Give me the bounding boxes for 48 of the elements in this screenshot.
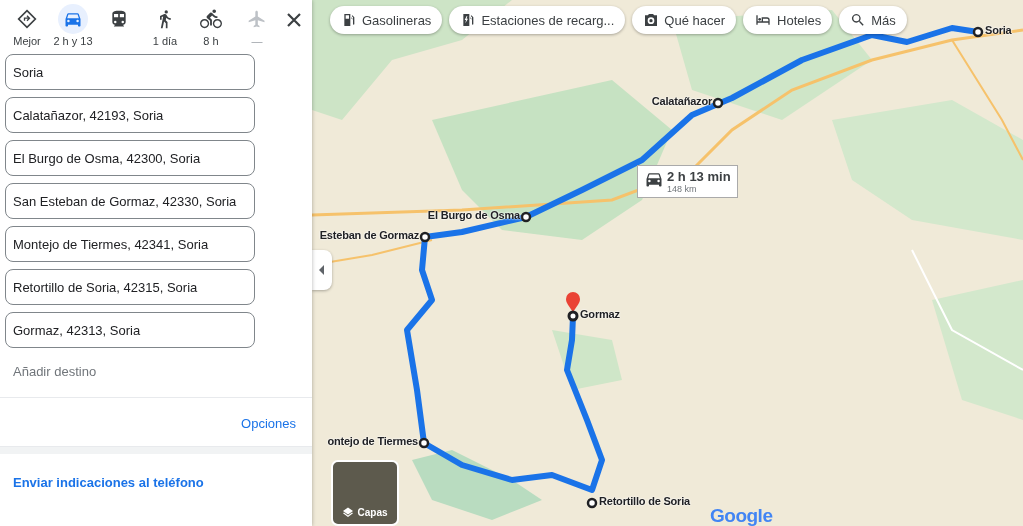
waypoint-label: Gormaz [580,308,620,320]
waypoint-label: Esteban de Gormaz [319,229,419,241]
category-chip[interactable]: Hoteles [743,6,833,34]
add-destination-link[interactable]: Añadir destino [13,364,312,380]
destination-field[interactable]: Calatañazor, 42193, Soria [5,97,255,133]
camera-icon [643,12,660,28]
waypoint-marker[interactable] [586,497,598,509]
caret-icon [318,265,326,275]
destination-field[interactable]: Soria [5,54,255,90]
waypoint-marker[interactable] [520,211,532,223]
waypoint-marker[interactable] [418,437,430,449]
travel-mode-tab[interactable]: 2 h y 13 [50,4,96,48]
location-pin-icon [566,292,580,312]
destination-field[interactable]: Montejo de Tiermes, 42341, Soria [5,226,255,262]
destination-field[interactable]: El Burgo de Osma, 42300, Soria [5,140,255,176]
waypoint-label: El Burgo de Osma [427,209,520,221]
waypoint-label: Soria [985,24,1012,36]
send-to-phone-link[interactable]: Enviar indicaciones al teléfono [13,475,204,490]
waypoint-marker[interactable] [567,310,579,322]
waypoint-label: Calatañazor [651,95,712,107]
diamond-arrow-icon [17,9,37,29]
bus-icon [109,9,129,29]
layers-icon [342,506,355,518]
waypoint-marker[interactable] [712,97,724,109]
airplane-icon [247,9,267,29]
category-chip[interactable]: Estaciones de recarg... [449,6,626,34]
category-chip[interactable]: Gasolineras [330,6,443,34]
category-chip[interactable]: Más [839,6,907,34]
destination-field[interactable]: San Esteban de Gormaz, 42330, Soria [5,183,255,219]
waypoint-marker[interactable] [972,26,984,38]
travel-mode-tab[interactable]: Mejor [4,4,50,48]
category-chip[interactable]: Qué hacer [632,6,737,34]
destination-field[interactable]: Retortillo de Soria, 42315, Soria [5,269,255,305]
bed-icon [754,12,773,28]
travel-mode-tab[interactable]: 1 día [142,4,188,48]
layers-button[interactable]: Capas [331,460,399,526]
bicycle-icon [200,8,222,30]
search-icon [850,12,867,28]
options-link[interactable]: Opciones [241,416,296,431]
waypoint-label: Retortillo de Soria [599,495,690,507]
google-logo: Google [710,505,773,526]
fuel-pump-icon [341,12,357,28]
travel-mode-tab[interactable]: 8 h [188,4,234,48]
waypoint-marker[interactable] [419,231,431,243]
collapse-panel-button[interactable] [312,250,332,290]
waypoint-label: ontejo de Tiermes [327,435,418,447]
route-callout[interactable]: 2 h 13 min 148 km [637,165,738,198]
destination-field[interactable]: Gormaz, 42313, Soria [5,312,255,348]
